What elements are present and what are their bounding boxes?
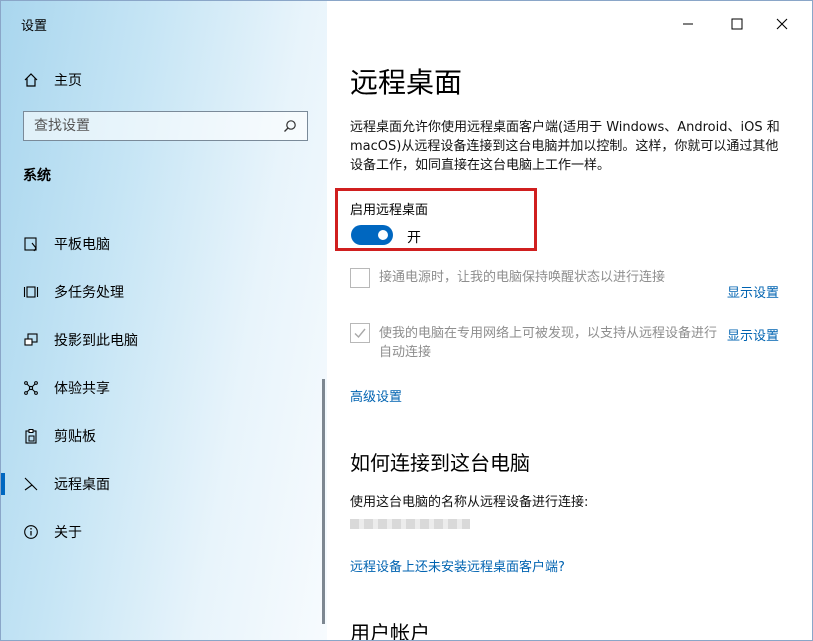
minimize-icon	[682, 15, 694, 34]
show-network-settings-link[interactable]: 显示设置	[727, 325, 779, 344]
project-icon	[20, 329, 42, 351]
share-icon	[20, 377, 42, 399]
clipboard-icon	[20, 425, 42, 447]
section-heading: 系统	[23, 168, 51, 184]
main-content: 远程桌面 远程桌面允许你使用远程桌面客户端(适用于 Windows、Androi…	[327, 1, 812, 641]
sidebar-item-label: 多任务处理	[54, 285, 124, 301]
highlight-frame	[335, 188, 537, 251]
remote-desktop-icon	[20, 473, 42, 495]
client-not-installed-link[interactable]: 远程设备上还未安装远程桌面客户端?	[350, 556, 565, 575]
page-title: 远程桌面	[350, 66, 463, 99]
search-field[interactable]	[23, 111, 308, 141]
minimize-button[interactable]	[673, 9, 703, 39]
sidebar-item-remote-desktop[interactable]: 远程桌面	[1, 464, 327, 504]
sidebar-item-label: 投影到此电脑	[54, 333, 138, 349]
sidebar-item-tablet[interactable]: 平板电脑	[1, 224, 327, 264]
show-power-settings-link[interactable]: 显示设置	[727, 282, 779, 301]
sidebar: 设置 主页 系统 平板电脑 多任务处理	[1, 1, 327, 640]
sidebar-item-project[interactable]: 投影到此电脑	[1, 320, 327, 360]
connect-instructions: 使用这台电脑的名称从远程设备进行连接:	[350, 495, 589, 510]
maximize-icon	[731, 15, 743, 34]
sidebar-item-label: 主页	[54, 73, 82, 89]
discoverable-text: 使我的电脑在专用网络上可被发现，以支持从远程设备进行自动连接	[379, 326, 718, 360]
tablet-icon	[20, 233, 42, 255]
close-icon	[776, 15, 788, 34]
multitasking-icon	[20, 281, 42, 303]
home-icon	[20, 69, 42, 91]
sidebar-item-home[interactable]: 主页	[1, 60, 327, 100]
info-icon	[20, 521, 42, 543]
keep-awake-checkbox[interactable]	[350, 268, 370, 288]
sidebar-scrollbar[interactable]	[322, 379, 325, 624]
advanced-settings-link[interactable]: 高级设置	[350, 386, 402, 405]
maximize-button[interactable]	[722, 9, 752, 39]
active-indicator	[1, 473, 5, 495]
close-button[interactable]	[767, 9, 797, 39]
check-mark-icon	[354, 328, 366, 339]
sidebar-item-label: 体验共享	[54, 381, 110, 397]
sidebar-item-label: 关于	[54, 525, 82, 541]
discoverable-checkbox[interactable]	[350, 323, 370, 343]
connect-section-heading: 如何连接到这台电脑	[350, 451, 530, 475]
user-accounts-heading: 用户帐户	[350, 621, 430, 641]
app-title: 设置	[21, 19, 48, 34]
keep-awake-text: 接通电源时，让我的电脑保持唤醒状态以进行连接	[379, 270, 666, 285]
sidebar-item-label: 剪贴板	[54, 429, 96, 445]
sidebar-item-about[interactable]: 关于	[1, 512, 327, 552]
search-input[interactable]	[24, 112, 279, 140]
page-description: 远程桌面允许你使用远程桌面客户端(适用于 Windows、Android、iOS…	[350, 120, 780, 173]
sidebar-item-share[interactable]: 体验共享	[1, 368, 327, 408]
settings-window: 设置 主页 系统 平板电脑 多任务处理	[0, 0, 813, 641]
sidebar-item-label: 平板电脑	[54, 237, 110, 253]
pc-name-redacted	[350, 519, 470, 529]
sidebar-item-label: 远程桌面	[54, 477, 110, 493]
sidebar-item-clipboard[interactable]: 剪贴板	[1, 416, 327, 456]
search-icon[interactable]	[279, 115, 301, 137]
sidebar-item-multitasking[interactable]: 多任务处理	[1, 272, 327, 312]
